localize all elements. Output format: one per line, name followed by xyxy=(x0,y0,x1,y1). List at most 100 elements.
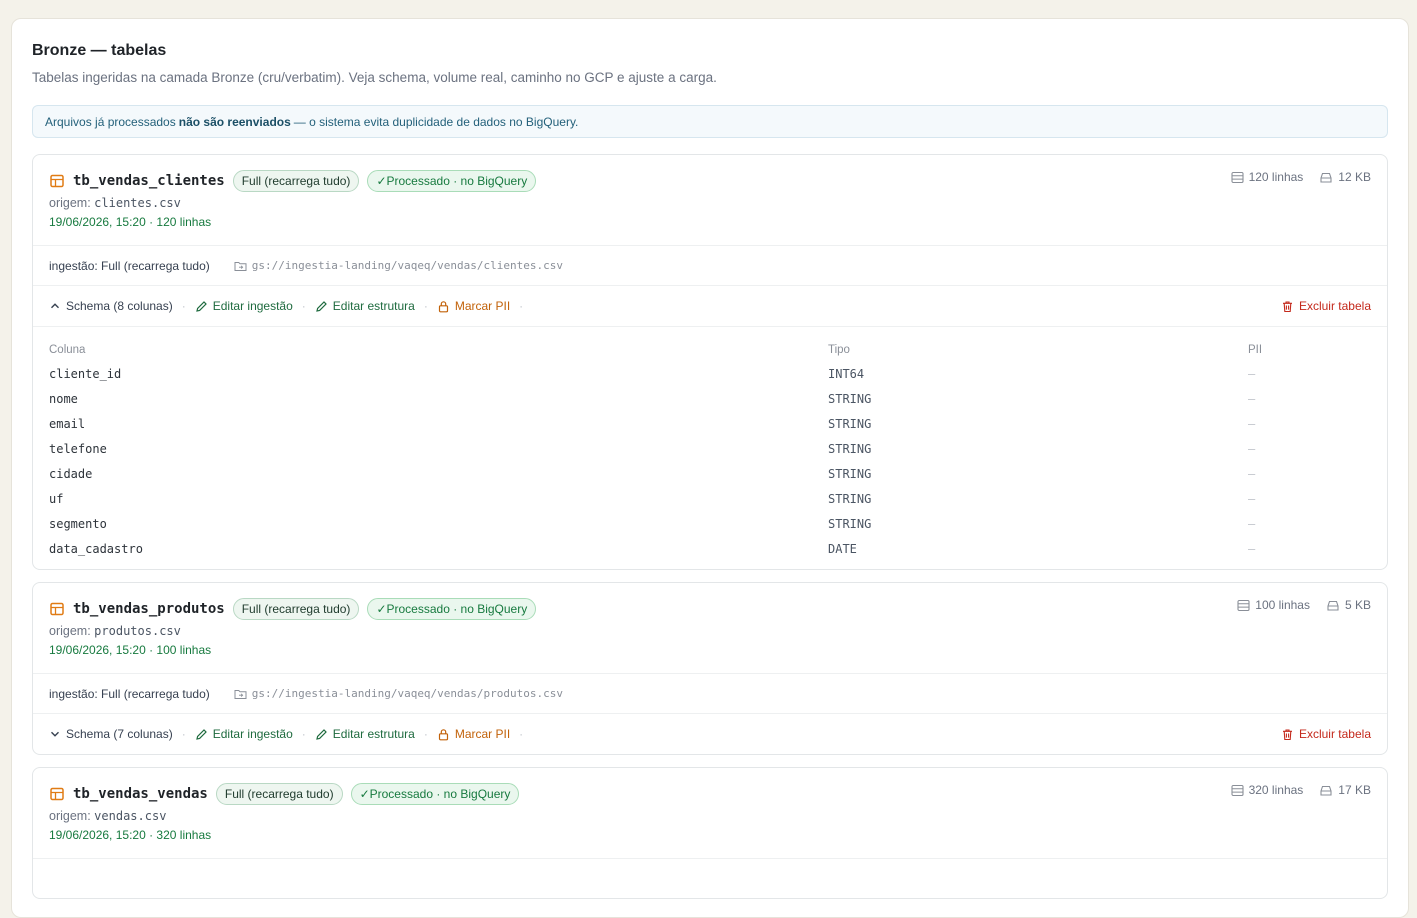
pencil-icon xyxy=(315,300,328,313)
pii-header: PII xyxy=(1248,344,1263,356)
table-icon xyxy=(49,786,65,802)
table-card-header: tb_vendas_produtos Full (recarrega tudo)… xyxy=(33,583,1387,673)
edit-ingest-label: Editar ingestão xyxy=(212,727,293,741)
edit-ingest-button[interactable]: Editar ingestão xyxy=(195,299,293,313)
storage-icon xyxy=(1326,599,1340,612)
gcs-path-text: gs://ingestia-landing/vaqeq/vendas/produ… xyxy=(251,687,564,700)
load-mode-badge: Full (recarrega tudo) xyxy=(232,598,360,620)
table-card-header: tb_vendas_vendas Full (recarrega tudo) ✓… xyxy=(33,768,1387,858)
delete-table-label: Excluir tabela xyxy=(1298,727,1371,741)
origin-file: vendas.csv xyxy=(94,809,167,823)
schema-header-row: Coluna Tipo PII xyxy=(49,339,1371,361)
edit-structure-label: Editar estrutura xyxy=(332,727,415,741)
ingest-mode: ingestão: Full (recarrega tudo) xyxy=(49,258,210,273)
column-type: STRING xyxy=(828,441,872,456)
schema-toggle[interactable]: Schema (8 colunas) xyxy=(49,299,173,313)
schema-toggle[interactable]: Schema (7 colunas) xyxy=(49,727,173,741)
column-type: DATE xyxy=(828,541,857,556)
pencil-icon xyxy=(315,728,328,741)
column-name: email xyxy=(49,416,86,431)
rows-icon xyxy=(1231,784,1244,797)
pencil-icon xyxy=(195,728,208,741)
origin-line: origem: clientes.csv xyxy=(49,196,1371,210)
origin-label: origem: xyxy=(49,624,91,638)
loaded-at: 19/06/2026, 15:20 · 100 linhas xyxy=(49,643,212,657)
status-badge: ✓Processado · no BigQuery xyxy=(367,598,537,620)
delete-table-button[interactable]: Excluir tabela xyxy=(1281,727,1371,741)
action-row: Schema (8 colunas) · Editar ingestão · E… xyxy=(33,285,1387,326)
loaded-at: 19/06/2026, 15:20 · 320 linhas xyxy=(49,828,212,842)
dedup-notice: Arquivos já processados não são reenviad… xyxy=(32,105,1388,138)
size-value: 12 KB xyxy=(1338,170,1371,184)
column-name: segmento xyxy=(49,516,107,531)
ingest-mode: ingestão: Full (recarrega tudo) xyxy=(49,686,210,701)
trash-icon xyxy=(1281,728,1294,741)
origin-label: origem: xyxy=(49,196,91,210)
load-mode-badge: Full (recarrega tudo) xyxy=(232,170,360,192)
bronze-panel: Bronze — tabelas Tabelas ingeridas na ca… xyxy=(11,18,1409,918)
column-pii: — xyxy=(1248,466,1256,481)
column-type: STRING xyxy=(828,491,872,506)
column-type: INT64 xyxy=(828,366,865,381)
edit-structure-button[interactable]: Editar estrutura xyxy=(315,299,415,313)
edit-ingest-button[interactable]: Editar ingestão xyxy=(195,727,293,741)
separator: · xyxy=(181,727,186,741)
column-name: telefone xyxy=(49,441,107,456)
ingest-row xyxy=(33,858,1387,898)
separator: · xyxy=(519,299,524,313)
folder-icon xyxy=(234,688,247,700)
ingest-row: ingestão: Full (recarrega tudo) gs://ing… xyxy=(33,673,1387,713)
table-row: uf STRING — xyxy=(49,486,1371,511)
separator: · xyxy=(423,727,428,741)
page-title: Bronze — tabelas xyxy=(32,42,167,59)
mark-pii-button[interactable]: Marcar PII xyxy=(437,727,510,741)
table-name[interactable]: tb_vendas_vendas xyxy=(73,786,208,802)
table-card: tb_vendas_clientes Full (recarrega tudo)… xyxy=(32,154,1388,570)
column-name: nome xyxy=(49,391,78,406)
origin-line: origem: vendas.csv xyxy=(49,809,1371,823)
separator: · xyxy=(301,727,306,741)
edit-structure-label: Editar estrutura xyxy=(332,299,415,313)
column-pii: — xyxy=(1248,416,1256,431)
loaded-at: 19/06/2026, 15:20 · 120 linhas xyxy=(49,215,212,229)
table-name[interactable]: tb_vendas_produtos xyxy=(73,601,225,617)
column-type: STRING xyxy=(828,466,872,481)
mark-pii-button[interactable]: Marcar PII xyxy=(437,299,510,313)
origin-file: clientes.csv xyxy=(94,196,181,210)
rows-count: 120 linhas xyxy=(1248,170,1304,184)
type-header: Tipo xyxy=(828,344,850,356)
table-row: nome STRING — xyxy=(49,386,1371,411)
column-pii: — xyxy=(1248,516,1256,531)
separator: · xyxy=(301,299,306,313)
trash-icon xyxy=(1281,300,1294,313)
chevron-down-icon xyxy=(49,728,61,740)
ingest-row: ingestão: Full (recarrega tudo) gs://ing… xyxy=(33,245,1387,285)
gcs-path: gs://ingestia-landing/vaqeq/vendas/produ… xyxy=(234,687,563,700)
pencil-icon xyxy=(195,300,208,313)
column-type: STRING xyxy=(828,391,872,406)
column-header: Coluna xyxy=(49,344,86,356)
page-subtitle: Tabelas ingeridas na camada Bronze (cru/… xyxy=(32,70,717,85)
table-card-header: tb_vendas_clientes Full (recarrega tudo)… xyxy=(33,155,1387,245)
chevron-up-icon xyxy=(49,300,61,312)
mark-pii-label: Marcar PII xyxy=(454,727,511,741)
load-mode-badge: Full (recarrega tudo) xyxy=(215,783,343,805)
origin-line: origem: produtos.csv xyxy=(49,624,1371,638)
rows-icon xyxy=(1237,599,1250,612)
rows-count: 100 linhas xyxy=(1255,598,1310,612)
origin-file: produtos.csv xyxy=(94,624,181,638)
table-icon xyxy=(49,601,65,617)
gcs-path-text: gs://ingestia-landing/vaqeq/vendas/clien… xyxy=(251,259,564,272)
notice-prefix: Arquivos já processados xyxy=(45,114,176,129)
folder-icon xyxy=(234,260,247,272)
column-name: data_cadastro xyxy=(49,541,143,556)
table-row: email STRING — xyxy=(49,411,1371,436)
status-badge: ✓Processado · no BigQuery xyxy=(367,170,537,192)
column-pii: — xyxy=(1248,366,1256,381)
delete-table-label: Excluir tabela xyxy=(1298,299,1371,313)
column-type: STRING xyxy=(828,416,872,431)
edit-structure-button[interactable]: Editar estrutura xyxy=(315,727,415,741)
column-type: STRING xyxy=(828,516,872,531)
table-name[interactable]: tb_vendas_clientes xyxy=(73,173,225,189)
delete-table-button[interactable]: Excluir tabela xyxy=(1281,299,1371,313)
